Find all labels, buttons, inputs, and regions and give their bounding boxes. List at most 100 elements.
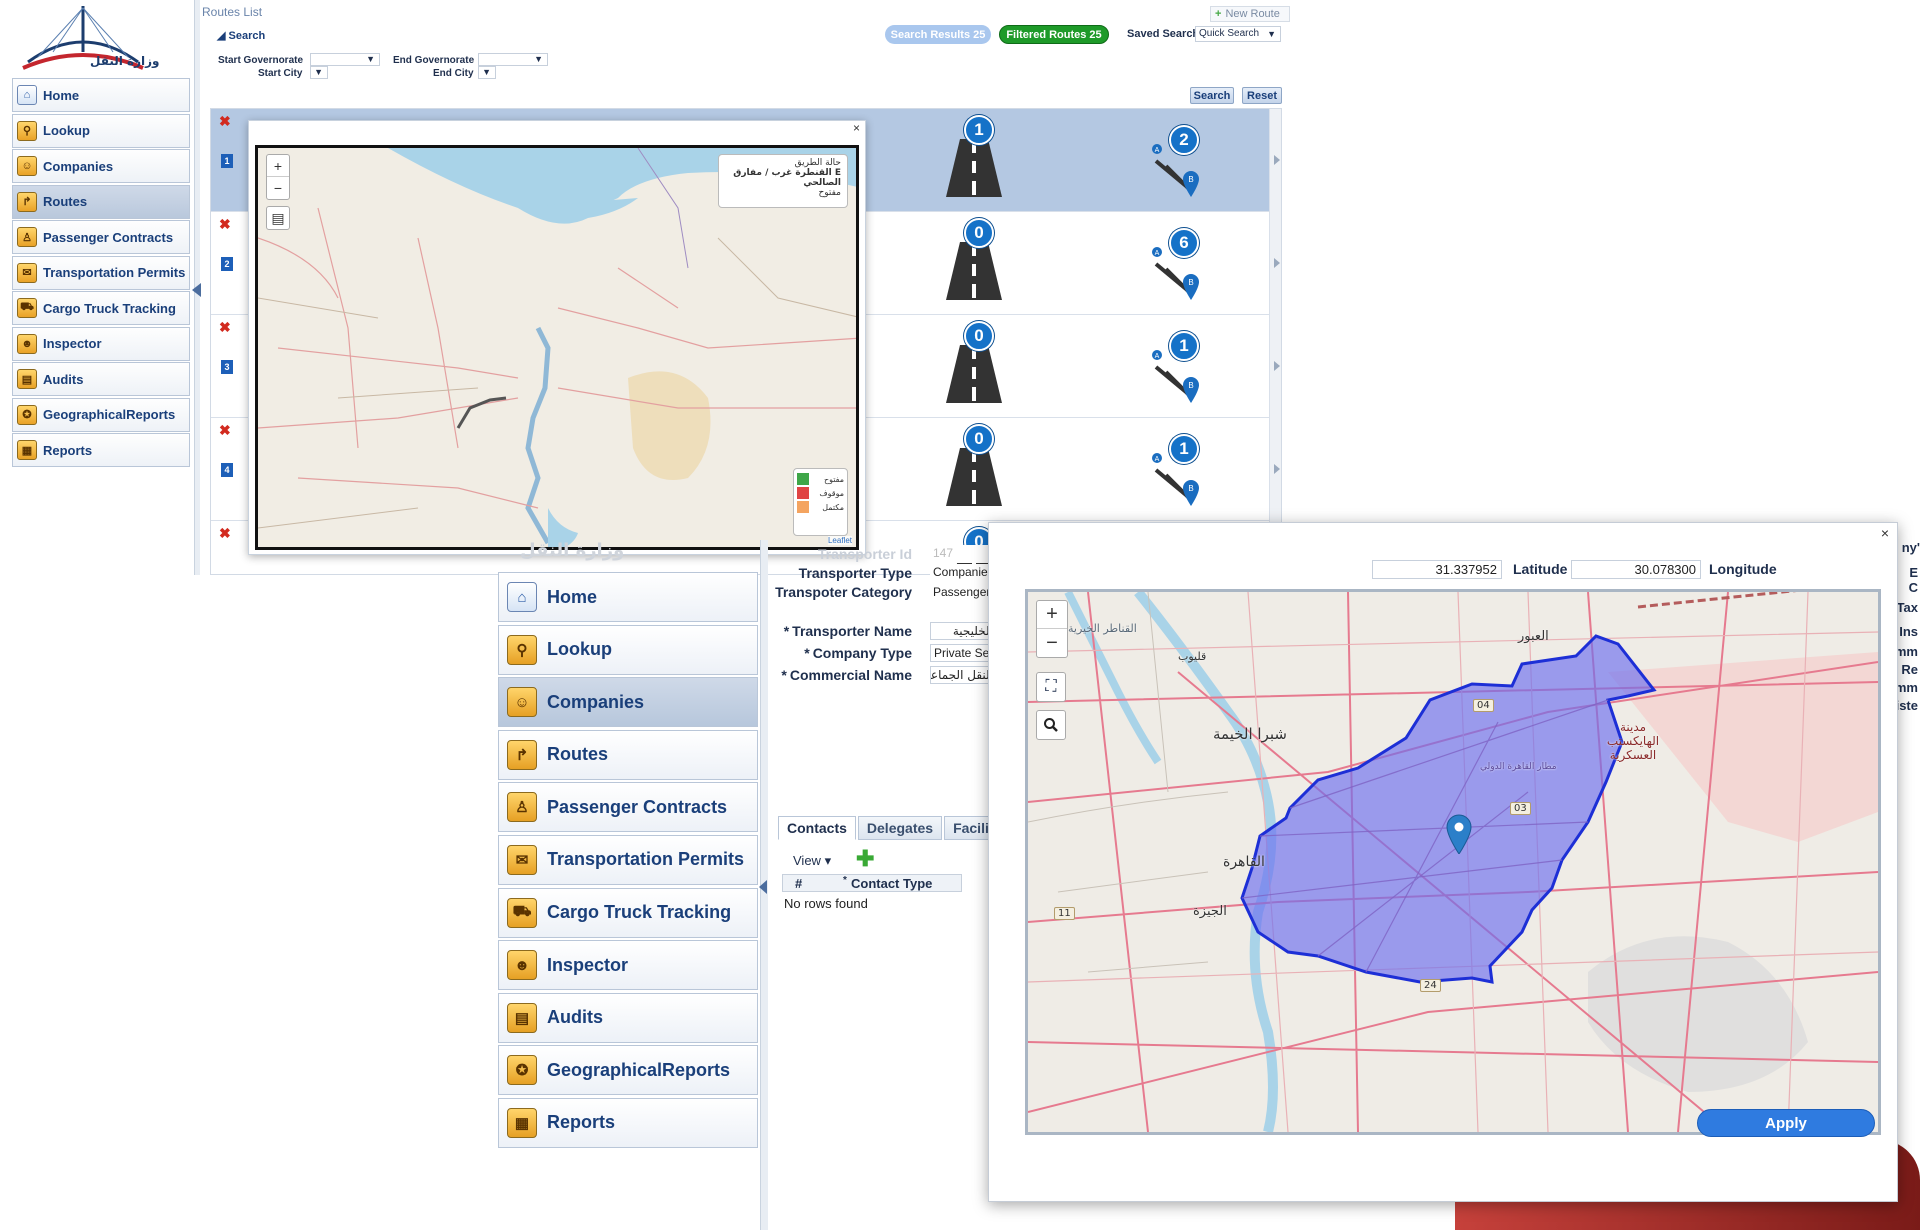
row-number: 2 (221, 257, 233, 271)
start-governorate-select[interactable]: ▼ (310, 53, 380, 66)
apply-button[interactable]: Apply (1697, 1109, 1875, 1137)
sidebar-item-transportation-permits[interactable]: ✉ Transportation Permits (12, 255, 190, 290)
sidebar-item-cargo-truck-tracking[interactable]: ⛟ Cargo Truck Tracking (12, 291, 190, 325)
commercial-name-text: Commercial Name (789, 667, 912, 683)
house-icon: ⌂ (17, 85, 37, 105)
search-results-badge[interactable]: Search Results 25 (885, 25, 991, 44)
saved-search-select[interactable]: Quick Search ▼ (1195, 26, 1281, 42)
add-contact-icon[interactable]: ✚ (856, 848, 874, 870)
start-city-select[interactable]: ▼ (310, 66, 328, 79)
road-count-badge[interactable]: 0 (964, 321, 994, 351)
view-menu-button[interactable]: View ▾ (793, 853, 831, 869)
zoom-out-button[interactable]: − (1037, 629, 1067, 657)
sidebar-splitter[interactable] (759, 540, 768, 1230)
latitude-label: Latitude (1513, 561, 1568, 577)
close-icon[interactable]: × (853, 121, 860, 135)
chevron-down-icon: ▼ (534, 54, 543, 64)
sidebar-item-label: Passenger Contracts (43, 229, 174, 245)
point-count-badge[interactable]: 1 (1169, 434, 1199, 464)
search-button[interactable]: Search (1190, 87, 1234, 104)
sidebar-item-companies[interactable]: ☺ Companies (12, 149, 190, 183)
zoom-in-button[interactable]: + (267, 155, 289, 177)
delete-icon[interactable]: ✖ (219, 113, 231, 130)
inspector-icon: ☻ (507, 950, 537, 981)
print-control[interactable]: ▤ (266, 206, 290, 230)
commercial-name-field[interactable]: النقل الجماعي (930, 666, 994, 684)
row-expand-arrow-icon[interactable] (1269, 109, 1281, 212)
point-count-badge[interactable]: 6 (1169, 228, 1199, 258)
chevron-down-icon: ▼ (1267, 29, 1276, 39)
sidebar-item-cargo-truck-tracking[interactable]: ⛟ Cargo Truck Tracking (498, 887, 758, 938)
row-expand-arrow-icon[interactable] (1269, 418, 1281, 521)
search-panel-toggle[interactable]: ◢ Search (217, 29, 265, 42)
sidebar-item-lookup[interactable]: ⚲ Lookup (498, 624, 758, 675)
end-city-select[interactable]: ▼ (478, 66, 496, 79)
close-icon[interactable]: × (1881, 525, 1889, 541)
collapse-arrow-icon[interactable] (192, 283, 201, 297)
row-expand-arrow-icon[interactable] (1269, 212, 1281, 315)
map-label-haikstep: مدينة الهايكستب العسكرية (1606, 720, 1660, 762)
collapse-arrow-icon[interactable] (759, 880, 767, 894)
delete-icon[interactable]: ✖ (219, 319, 231, 336)
sidebar-item-passenger-contracts[interactable]: ♙ Passenger Contracts (498, 782, 758, 833)
company-type-select[interactable]: Private Sector (930, 644, 994, 662)
latitude-field[interactable]: 31.337952 (1372, 560, 1502, 579)
location-pin-icon[interactable] (1446, 814, 1472, 854)
sidebar-item-companies[interactable]: ☺ Companies (498, 677, 758, 728)
road-count-badge[interactable]: 0 (964, 424, 994, 454)
filtered-routes-badge[interactable]: Filtered Routes 25 (999, 25, 1109, 44)
sidebar-item-routes[interactable]: ↱ Routes (12, 184, 190, 219)
person-icon: ☺ (507, 687, 537, 718)
sidebar-item-home[interactable]: ⌂ Home (12, 78, 190, 112)
sidebar-item-audits[interactable]: ▤ Audits (12, 362, 190, 396)
tab-contacts[interactable]: Contacts (778, 816, 856, 840)
reset-button[interactable]: Reset (1242, 87, 1282, 104)
sidebar-splitter[interactable] (192, 0, 201, 575)
printer-icon[interactable]: ▤ (267, 207, 289, 229)
map-label-shubra: شبرا الخيمة (1213, 725, 1287, 743)
sidebar-item-routes[interactable]: ↱ Routes (498, 729, 758, 780)
row-number: 1 (221, 154, 233, 168)
zoom-out-button[interactable]: − (267, 177, 289, 199)
sidebar-item-inspector[interactable]: ☻ Inspector (12, 326, 190, 361)
new-route-button[interactable]: + New Route (1210, 6, 1290, 22)
sidebar-item-reports[interactable]: ▦ Reports (498, 1097, 758, 1148)
sidebar-item-label: GeographicalReports (547, 1059, 731, 1080)
road-count-badge[interactable]: 1 (964, 115, 994, 145)
sidebar-item-transportation-permits[interactable]: ✉ Transportation Permits (498, 834, 758, 885)
fullscreen-icon[interactable]: ⛶ (1036, 672, 1066, 702)
longitude-field[interactable]: 30.078300 (1571, 560, 1701, 579)
location-map[interactable]: + − ⛶ القناطر الخيرية قليوب شبرا الخيمة الق… (1025, 589, 1881, 1135)
route-map[interactable]: + − ▤ حالة الطريق E القنطرة غرب / مفارق … (255, 145, 859, 550)
row-expand-arrow-icon[interactable] (1269, 315, 1281, 418)
end-governorate-select[interactable]: ▼ (478, 53, 548, 66)
clipped-label: Tax (1896, 600, 1918, 615)
sidebar-item-label: Routes (43, 194, 88, 209)
search-icon[interactable] (1036, 710, 1066, 740)
delete-icon[interactable]: ✖ (219, 422, 231, 439)
sidebar-item-label: Transportation Permits (43, 265, 186, 280)
route-map-tiles (258, 148, 856, 547)
point-count-badge[interactable]: 1 (1169, 331, 1199, 361)
zoom-in-button[interactable]: + (1037, 601, 1067, 629)
legend-item: مفتوح (797, 472, 844, 486)
sidebar-item-inspector[interactable]: ☻ Inspector (498, 940, 758, 991)
delete-icon[interactable]: ✖ (219, 525, 231, 542)
contact-type-column[interactable]: Contact Type (851, 876, 932, 891)
sidebar-item-lookup[interactable]: ⚲ Lookup (12, 113, 190, 148)
sidebar-item-geographicalreports[interactable]: ✪ GeographicalReports (498, 1045, 758, 1096)
hash-column[interactable]: # (795, 876, 802, 891)
sidebar-item-audits[interactable]: ▤ Audits (498, 992, 758, 1043)
sidebar-item-home[interactable]: ⌂ Home (498, 572, 758, 622)
sidebar-item-passenger-contracts[interactable]: ♙ Passenger Contracts (12, 220, 190, 254)
sidebar-item-geographicalreports[interactable]: ✪ GeographicalReports (12, 397, 190, 432)
transporter-category-value: Passengers (930, 584, 994, 602)
transporter-name-field[interactable]: الخليجية (930, 622, 994, 640)
delete-icon[interactable]: ✖ (219, 216, 231, 233)
tab-delegates[interactable]: Delegates (857, 816, 943, 840)
road-count-badge[interactable]: 0 (964, 218, 994, 248)
minor-roads (258, 237, 856, 529)
no-rows-message: No rows found (784, 896, 868, 911)
sidebar-item-reports[interactable]: ▦ Reports (12, 433, 190, 467)
point-count-badge[interactable]: 2 (1169, 125, 1199, 155)
